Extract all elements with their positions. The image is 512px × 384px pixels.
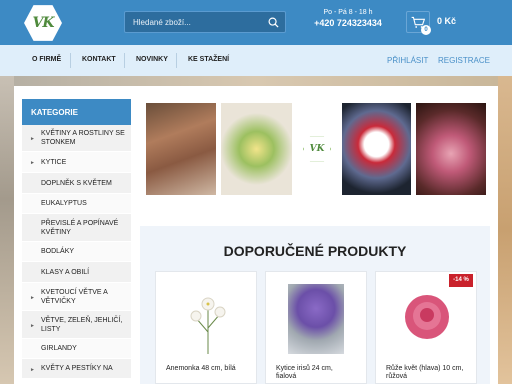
chevron-right-icon: ► bbox=[30, 322, 35, 329]
product-name: Kytice irisů 24 cm, fialová bbox=[276, 365, 366, 381]
logo[interactable]: VK bbox=[24, 5, 62, 41]
category-item[interactable]: ► VĚTVE, ZELEŇ, JEHLIČÍ, LISTY bbox=[22, 311, 131, 339]
category-label: EUKALYPTUS bbox=[41, 200, 87, 207]
category-label: VĚTVE, ZELEŇ, JEHLIČÍ, LISTY bbox=[41, 316, 123, 333]
nav-divider bbox=[176, 53, 177, 68]
sidebar-title: KATEGORIE bbox=[22, 99, 131, 125]
category-item[interactable]: ► KVETOUCÍ VĚTVE A VĚTVIČKY bbox=[22, 283, 131, 311]
main-nav: O FIRMĚ KONTAKT NOVINKY KE STAŽENÍ PŘIHL… bbox=[0, 45, 512, 76]
category-item[interactable]: KLASY A OBILÍ bbox=[22, 262, 131, 283]
background-photo-right bbox=[498, 76, 512, 384]
nav-divider bbox=[124, 53, 125, 68]
product-image-rose-head bbox=[405, 295, 449, 339]
cart-count-badge: 0 bbox=[421, 25, 431, 35]
product-name-line: Kytice irisů 24 cm, bbox=[276, 365, 333, 372]
banner-image-staircase-flowers[interactable] bbox=[146, 103, 216, 195]
banner-logo-tile[interactable]: VK bbox=[298, 103, 337, 195]
featured-title: DOPORUČENÉ PRODUKTY bbox=[223, 243, 407, 259]
category-label: KVĚTY A PESTÍKY NA bbox=[41, 365, 113, 372]
phone-number[interactable]: +420 724323434 bbox=[308, 18, 388, 28]
banner-logo-text: VK bbox=[309, 144, 325, 154]
product-image-iris-bouquet bbox=[288, 284, 344, 354]
category-item[interactable]: GIRLANDY bbox=[22, 339, 131, 359]
product-name-line: Anemonka 48 cm, bílá bbox=[166, 365, 236, 372]
product-name: Anemonka 48 cm, bílá bbox=[166, 365, 256, 373]
category-item[interactable]: DOPLNĚK S KVĚTEM bbox=[22, 173, 131, 194]
category-sidebar: KATEGORIE ► KVĚTINY A ROSTLINY SE STONKE… bbox=[22, 99, 131, 384]
category-item[interactable]: BODLÁKY bbox=[22, 242, 131, 262]
category-item[interactable]: EUKALYPTUS bbox=[22, 194, 131, 214]
product-name-line: fialová bbox=[276, 373, 297, 380]
product-name-line: růžová bbox=[386, 373, 408, 380]
category-label: PŘEVISLÉ A POPÍNAVÉ KVĚTINY bbox=[41, 219, 119, 236]
nav-divider bbox=[70, 53, 71, 68]
banner-image-pink-roses[interactable] bbox=[416, 103, 486, 195]
product-name-line: Růže květ (hlava) 10 cm, bbox=[386, 365, 464, 372]
background-photo-left bbox=[0, 76, 14, 384]
category-label: KVETOUCÍ VĚTVE A VĚTVIČKY bbox=[41, 288, 108, 305]
product-card[interactable]: Kytice irisů 24 cm, fialová bbox=[265, 271, 367, 384]
category-label: KYTICE bbox=[41, 158, 67, 166]
banner-image-wreath[interactable] bbox=[342, 103, 411, 195]
register-link[interactable]: REGISTRACE bbox=[438, 56, 490, 65]
nav-item-about[interactable]: O FIRMĚ bbox=[32, 56, 61, 63]
nav-item-downloads[interactable]: KE STAŽENÍ bbox=[188, 56, 229, 63]
search-box bbox=[124, 11, 286, 33]
search-input[interactable] bbox=[133, 12, 263, 32]
contact-info: Po - Pá 8 - 18 h +420 724323434 bbox=[308, 9, 388, 28]
category-label: BODLÁKY bbox=[41, 248, 75, 255]
logo-text: VK bbox=[32, 15, 54, 31]
opening-hours: Po - Pá 8 - 18 h bbox=[323, 9, 373, 16]
category-label: GIRLANDY bbox=[41, 345, 77, 352]
category-label: KLASY A OBILÍ bbox=[41, 268, 90, 276]
login-link[interactable]: PŘIHLÁSIT bbox=[387, 56, 428, 65]
banner-image-flower-arrangement[interactable] bbox=[221, 103, 292, 195]
background-photo-strip bbox=[14, 76, 498, 86]
top-header: VK Po - Pá 8 - 18 h +420 724323434 0 0 K… bbox=[0, 0, 512, 45]
product-name: Růže květ (hlava) 10 cm, růžová bbox=[386, 365, 476, 381]
chevron-right-icon: ► bbox=[30, 136, 35, 142]
chevron-right-icon: ► bbox=[30, 294, 35, 301]
nav-item-contact[interactable]: KONTAKT bbox=[82, 56, 116, 63]
banner-logo: VK bbox=[303, 136, 331, 162]
nav-item-news[interactable]: NOVINKY bbox=[136, 56, 168, 63]
chevron-right-icon: ► bbox=[30, 366, 35, 373]
category-item[interactable]: ► KVĚTINY A ROSTLINY SE STONKEM bbox=[22, 125, 131, 152]
product-card[interactable]: Růže květ (hlava) 10 cm, růžová bbox=[375, 271, 477, 384]
product-card[interactable]: Anemonka 48 cm, bílá bbox=[155, 271, 257, 384]
category-item[interactable]: ► KYTICE bbox=[22, 152, 131, 173]
product-image-anemone bbox=[190, 297, 226, 354]
discount-badge: -14 % bbox=[449, 274, 473, 287]
category-label: KVĚTINY A ROSTLINY SE STONKEM bbox=[41, 130, 125, 146]
search-icon[interactable] bbox=[268, 17, 279, 28]
category-item[interactable]: PŘEVISLÉ A POPÍNAVÉ KVĚTINY bbox=[22, 214, 131, 242]
category-label: DOPLNĚK S KVĚTEM bbox=[41, 179, 112, 187]
chevron-right-icon: ► bbox=[30, 160, 35, 166]
cart-total[interactable]: 0 Kč bbox=[437, 16, 456, 26]
category-item[interactable]: ► KVĚTY A PESTÍKY NA bbox=[22, 359, 131, 379]
